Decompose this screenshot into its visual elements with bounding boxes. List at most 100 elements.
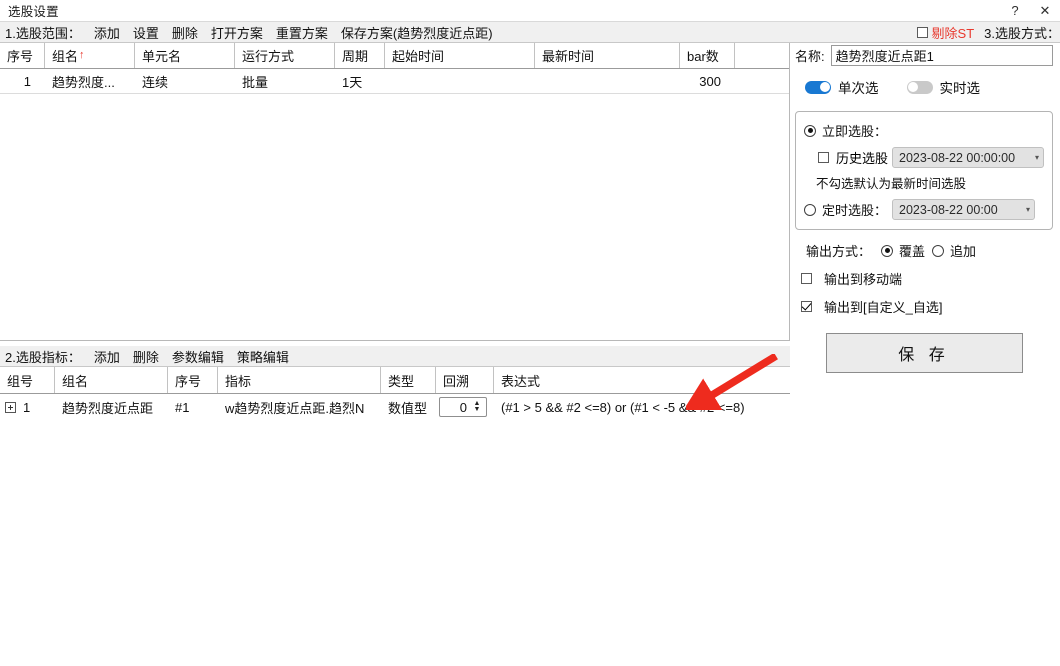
save-button[interactable]: 保 存 [825,333,1023,373]
history-row: 历史选股 2023-08-22 00:00:00 ▾ [804,147,1044,168]
scope-save-plan-button[interactable]: 保存方案(趋势烈度近点距) [341,23,493,42]
col-header-latest-time[interactable]: 最新时间 [535,43,680,68]
exclude-st-checkbox-box[interactable] [916,26,928,38]
col-header-ind-group-name[interactable]: 组名 [55,367,168,393]
scope-delete-button[interactable]: 删除 [172,23,198,42]
name-label: 名称: [795,48,825,64]
close-icon[interactable]: ✕ [1030,0,1060,21]
single-selection-toggle[interactable] [805,80,831,94]
cell-latest-time [535,69,680,93]
scheduled-radio[interactable] [804,203,816,216]
selection-mode-toggles: 单次选 实时选 [795,77,1053,97]
exclude-st-checkbox[interactable]: 剔除ST [916,23,975,42]
lookback-value: 0 [459,399,467,415]
exclude-st-label: 剔除ST [931,25,975,41]
output-overwrite-radio[interactable] [881,244,894,257]
cell-ind-seq: #1 [175,399,190,415]
scope-reset-plan-button[interactable]: 重置方案 [276,23,328,42]
table-row[interactable]: 1 趋势烈度... 连续 批量 1天 300 [0,69,789,94]
section1-toolbar: 1.选股范围： 添加 设置 删除 打开方案 重置方案 保存方案(趋势烈度近点距)… [0,21,1060,43]
scope-table-header: 序号 组名 ↑ 单元名 运行方式 周期 起始时间 最新时间 bar数 [0,43,789,69]
indicator-table-header: 组号 组名 序号 指标 类型 回溯 表达式 [0,367,790,394]
name-input[interactable] [830,44,1053,66]
toggle-knob [908,82,918,92]
chevron-down-icon: ▾ [1034,153,1039,162]
single-selection-label: 单次选 [838,81,879,96]
indicator-add-button[interactable]: 添加 [94,347,120,366]
output-custom-row[interactable]: 输出到[自定义_自选] [795,297,1053,316]
col-header-bar-count[interactable]: bar数 [680,43,735,68]
output-overwrite-label: 覆盖 [899,244,926,259]
indicator-strategy-edit-button[interactable]: 策略编辑 [237,347,289,366]
timing-group-box: 立即选股： 历史选股 2023-08-22 00:00:00 ▾ 不勾选默认为最… [795,111,1053,230]
col-header-period[interactable]: 周期 [335,43,385,68]
immediate-radio[interactable] [804,124,816,137]
cell-group-no: 1 [0,394,55,420]
window-titlebar: 选股设置 ? ✕ [0,0,1060,21]
indicator-delete-button[interactable]: 删除 [133,347,159,366]
output-custom-label: 输出到[自定义_自选] [824,300,943,315]
col-header-group-no[interactable]: 组号 [0,367,55,393]
name-row: 名称: [795,44,1053,66]
realtime-selection-label: 实时选 [939,81,981,96]
col-header-seq[interactable]: 序号 [0,43,45,68]
cell-indicator: w趋势烈度近点距.趋烈N [225,400,365,416]
section2-toolbar: 2.选股指标： 添加 删除 参数编辑 策略编辑 [0,346,790,367]
scheduled-row: 定时选股： 2023-08-22 00:00 ▾ [804,199,1044,220]
cell-start-time [385,69,535,93]
history-checkbox[interactable] [818,152,829,163]
scope-open-plan-button[interactable]: 打开方案 [211,23,263,42]
indicator-table: 组号 组名 序号 指标 类型 回溯 表达式 1 趋势烈度近点距 #1 w趋势烈度… [0,367,790,420]
output-mode-label: 输出方式： [806,244,872,259]
cell-unit-name: 连续 [142,74,169,90]
cell-seq: 1 [23,73,31,89]
col-header-expression[interactable]: 表达式 [494,367,790,393]
col-header-unit-name[interactable]: 单元名 [135,43,235,68]
cell-filler [735,69,789,93]
cell-type: 数值型 [388,400,428,416]
section1-label: 1.选股范围： [5,25,81,41]
col-header-group-name[interactable]: 组名 ↑ [45,43,135,68]
cell-expression: (#1 > 5 && #2 <=8) or (#1 < -5 && #2 <=8… [501,399,745,415]
section2-label: 2.选股指标： [5,349,81,365]
col-header-filler [735,43,789,68]
sort-ascending-icon: ↑ [79,49,85,61]
cell-run-mode: 批量 [242,74,269,90]
scheduled-label: 定时选股： [822,203,888,218]
col-header-indicator[interactable]: 指标 [218,367,381,393]
scheduled-datetime-combo[interactable]: 2023-08-22 00:00 ▾ [892,199,1036,220]
scope-settings-button[interactable]: 设置 [133,23,159,42]
output-mobile-row[interactable]: 输出到移动端 [795,269,1053,288]
history-label: 历史选股 [836,151,889,166]
expand-plus-icon[interactable] [5,401,16,413]
output-custom-checkbox[interactable] [801,301,812,312]
history-datetime-combo[interactable]: 2023-08-22 00:00:00 ▾ [892,147,1044,168]
output-mobile-checkbox[interactable] [801,273,812,284]
output-append-radio[interactable] [932,244,945,257]
col-header-type[interactable]: 类型 [381,367,436,393]
scheduled-datetime-value: 2023-08-22 00:00 [899,202,998,217]
output-append-label: 追加 [950,244,977,259]
history-hint: 不勾选默认为最新时间选股 [816,177,967,191]
table-row[interactable]: 1 趋势烈度近点距 #1 w趋势烈度近点距.趋烈N 数值型 0 ▲ ▼ (#1 >… [0,394,790,420]
scope-add-button[interactable]: 添加 [94,23,120,42]
section3-panel: 名称: 单次选 实时选 立即选股： 历史选股 2023-08-22 00:00:… [795,44,1053,373]
stepper-arrows-icon[interactable]: ▲ ▼ [471,400,486,413]
section3-label: 3.选股方式： [984,25,1060,41]
col-header-ind-seq[interactable]: 序号 [168,367,218,393]
immediate-radio-row[interactable]: 立即选股： [804,121,1044,140]
col-header-lookback[interactable]: 回溯 [436,367,494,393]
indicator-param-edit-button[interactable]: 参数编辑 [172,347,224,366]
col-header-start-time[interactable]: 起始时间 [385,43,535,68]
cell-lookback[interactable]: 0 ▲ ▼ [436,394,494,420]
col-header-run-mode[interactable]: 运行方式 [235,43,335,68]
window-title: 选股设置 [8,5,59,19]
help-button[interactable]: ? [1000,0,1030,21]
output-mobile-label: 输出到移动端 [824,272,903,287]
scope-table: 序号 组名 ↑ 单元名 运行方式 周期 起始时间 最新时间 bar数 1 趋势烈度… [0,43,790,341]
lookback-stepper[interactable]: 0 ▲ ▼ [439,397,487,417]
toggle-knob [819,82,830,92]
cell-group-name: 趋势烈度... [52,74,115,90]
realtime-selection-toggle[interactable] [906,80,933,94]
chevron-down-icon: ▾ [1026,205,1031,214]
